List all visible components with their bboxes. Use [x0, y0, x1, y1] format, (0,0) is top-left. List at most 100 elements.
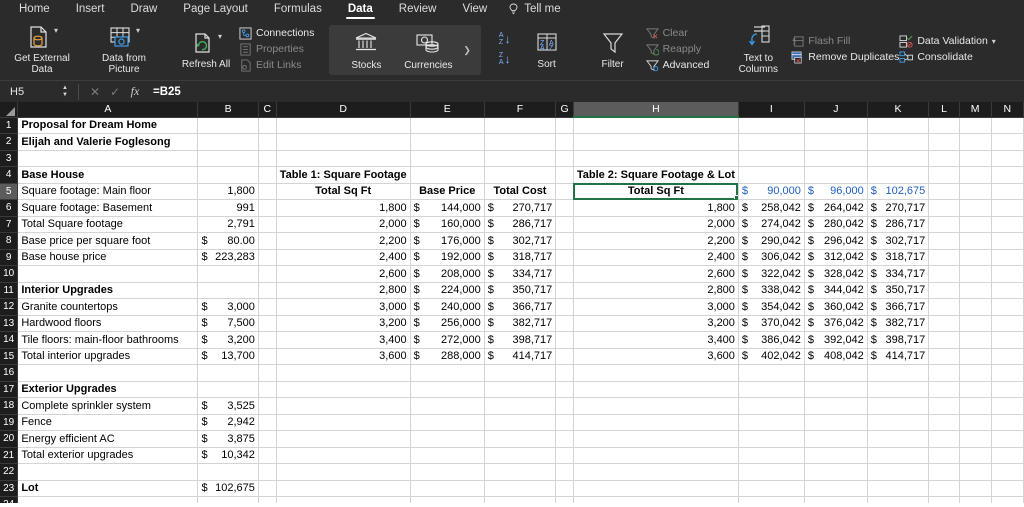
cell-A16[interactable] — [17, 364, 199, 382]
cell-K4[interactable] — [867, 166, 930, 184]
cell-N12[interactable] — [991, 298, 1024, 316]
cell-I3[interactable] — [738, 150, 805, 167]
cell-K2[interactable] — [867, 133, 930, 151]
tab-draw[interactable]: Draw — [117, 0, 170, 18]
cell-D23[interactable] — [276, 480, 411, 497]
cell-F22[interactable] — [484, 463, 557, 481]
cell-J21[interactable] — [804, 447, 868, 464]
tab-data[interactable]: Data — [335, 0, 386, 19]
cell-K3[interactable] — [867, 150, 930, 167]
cell-J22[interactable] — [804, 463, 868, 481]
cell-H14[interactable]: 3,400 — [573, 331, 739, 349]
cell-K20[interactable] — [867, 430, 930, 448]
cell-F12[interactable]: $366,717 — [484, 298, 557, 316]
cell-K11[interactable]: $350,717 — [867, 282, 930, 299]
cell-I14[interactable]: $386,042 — [738, 331, 805, 349]
cell-N13[interactable] — [991, 315, 1024, 332]
tab-review[interactable]: Review — [386, 0, 450, 18]
cell-H18[interactable] — [573, 397, 739, 415]
chevron-down-icon[interactable]: ▾ — [218, 31, 222, 42]
cell-A15[interactable]: Total interior upgrades — [17, 348, 199, 365]
column-header-B[interactable]: B — [197, 102, 259, 118]
cell-G22[interactable] — [555, 463, 574, 481]
cell-I20[interactable] — [738, 430, 805, 448]
spreadsheet-grid[interactable]: A B C D E F G H I J K L M N 1 Proposal f… — [0, 102, 1024, 503]
cell-C7[interactable] — [258, 216, 277, 233]
cell-N6[interactable] — [991, 199, 1024, 217]
column-header-J[interactable]: J — [804, 102, 868, 118]
cell-B22[interactable] — [197, 463, 259, 481]
cell-L13[interactable] — [928, 315, 960, 332]
advanced-filter-button[interactable]: Advanced — [645, 59, 709, 72]
cell-E11[interactable]: $224,000 — [410, 282, 485, 299]
cell-C5[interactable] — [258, 183, 277, 200]
cell-G8[interactable] — [555, 232, 574, 250]
cell-D19[interactable] — [276, 414, 411, 431]
column-header-H[interactable]: H — [573, 102, 739, 118]
cell-H21[interactable] — [573, 447, 739, 464]
cell-C21[interactable] — [258, 447, 277, 464]
cell-N1[interactable] — [991, 117, 1024, 134]
data-from-picture-button[interactable]: ▾ Data from Picture — [91, 23, 157, 75]
cell-J3[interactable] — [804, 150, 868, 167]
what-if-analysis-button[interactable]: ? ▾ What-If Analysis — [1012, 23, 1024, 75]
cell-B9[interactable]: $223,283 — [197, 249, 259, 266]
row-header-6[interactable]: 6 — [0, 199, 19, 217]
cell-E23[interactable] — [410, 480, 485, 497]
cell-J7[interactable]: $280,042 — [804, 216, 868, 233]
cell-C15[interactable] — [258, 348, 277, 365]
cell-G14[interactable] — [555, 331, 574, 349]
cell-N5[interactable] — [991, 183, 1024, 200]
cell-J11[interactable]: $344,042 — [804, 282, 868, 299]
row-header-2[interactable]: 2 — [0, 133, 19, 151]
row-header-15[interactable]: 15 — [0, 348, 19, 365]
cell-H19[interactable] — [573, 414, 739, 431]
cell-J6[interactable]: $264,042 — [804, 199, 868, 217]
cell-D11[interactable]: 2,800 — [276, 282, 411, 299]
cell-F24[interactable] — [484, 496, 557, 503]
cell-L19[interactable] — [928, 414, 960, 431]
cell-G9[interactable] — [555, 249, 574, 266]
cell-F10-highlighted[interactable]: $334,717 — [484, 265, 557, 283]
stocks-button[interactable]: Stocks — [335, 30, 397, 71]
cell-I21[interactable] — [738, 447, 805, 464]
cell-G7[interactable] — [555, 216, 574, 233]
cell-H2[interactable] — [573, 133, 739, 151]
cell-L15[interactable] — [928, 348, 960, 365]
cell-I18[interactable] — [738, 397, 805, 415]
cell-M23[interactable] — [959, 480, 992, 497]
cell-C14[interactable] — [258, 331, 277, 349]
cell-D21[interactable] — [276, 447, 411, 464]
row-header-3[interactable]: 3 — [0, 150, 19, 167]
sort-ascending-button[interactable]: AZ ↓ — [499, 32, 511, 46]
cell-J20[interactable] — [804, 430, 868, 448]
cell-E16[interactable] — [410, 364, 485, 382]
cell-C24[interactable] — [258, 496, 277, 503]
cell-B24[interactable] — [197, 496, 259, 503]
cell-E2[interactable] — [410, 133, 485, 151]
cell-B12[interactable]: $3,000 — [197, 298, 259, 316]
cell-F5-table1-header-total-cost[interactable]: Total Cost — [484, 183, 557, 200]
formula-input[interactable]: =B25 — [145, 86, 1024, 98]
cell-B10[interactable] — [197, 265, 259, 283]
cell-A10[interactable] — [17, 265, 199, 283]
cell-G15[interactable] — [555, 348, 574, 365]
cell-I13[interactable]: $370,042 — [738, 315, 805, 332]
cell-E18[interactable] — [410, 397, 485, 415]
cell-M21[interactable] — [959, 447, 992, 464]
get-external-data-button[interactable]: ▾ Get External Data — [9, 23, 75, 75]
cell-N20[interactable] — [991, 430, 1024, 448]
cell-F11[interactable]: $350,717 — [484, 282, 557, 299]
cell-N2[interactable] — [991, 133, 1024, 151]
cell-C2[interactable] — [258, 133, 277, 151]
cell-B15[interactable]: $13,700 — [197, 348, 259, 365]
cell-B4[interactable] — [197, 166, 259, 184]
cell-K1[interactable] — [867, 117, 930, 134]
column-header-L[interactable]: L — [928, 102, 960, 118]
cell-E14[interactable]: $272,000 — [410, 331, 485, 349]
cell-H16[interactable] — [573, 364, 739, 382]
sort-button[interactable]: Z A A Z Sort — [514, 29, 580, 70]
cell-A6[interactable]: Square footage: Basement — [17, 199, 199, 217]
cell-E19[interactable] — [410, 414, 485, 431]
cell-D24[interactable] — [276, 496, 411, 503]
